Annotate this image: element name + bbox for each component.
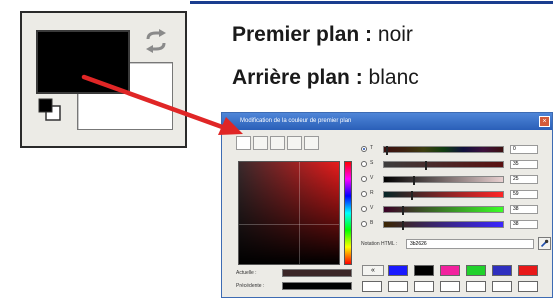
red-arrow <box>81 74 243 135</box>
